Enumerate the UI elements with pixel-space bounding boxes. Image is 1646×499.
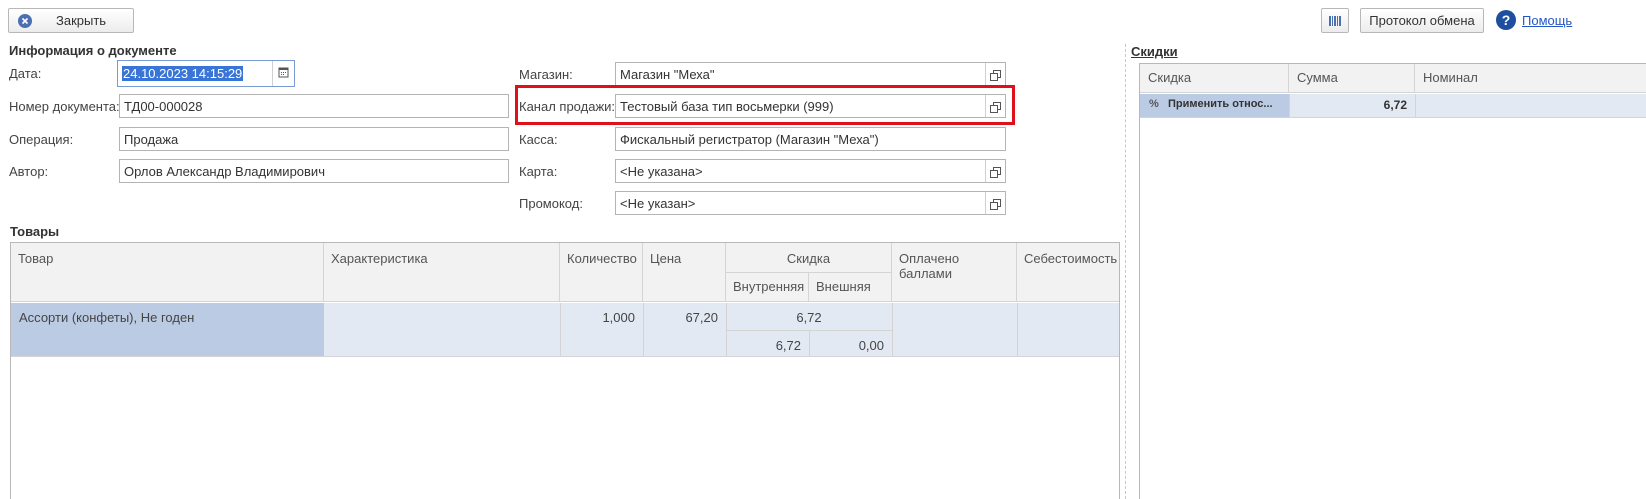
discount-row[interactable]: % Применить относ... 6,72 <box>1140 94 1646 118</box>
close-icon <box>18 13 32 28</box>
author-field[interactable]: Орлов Александр Владимирович <box>119 159 509 183</box>
author-label: Автор: <box>9 164 49 179</box>
header-characteristic[interactable]: Характеристика <box>324 243 560 302</box>
close-button-label: Закрыть <box>56 13 107 28</box>
operation-field[interactable]: Продажа <box>119 127 509 151</box>
header-internal[interactable]: Внутренняя <box>726 273 809 302</box>
store-value: Магазин "Меха" <box>620 67 715 82</box>
number-label: Номер документа: <box>9 99 120 114</box>
promo-field[interactable]: <Не указан> <box>615 191 1006 215</box>
barcode-button[interactable] <box>1321 8 1349 33</box>
header-item[interactable]: Товар <box>11 243 324 302</box>
header-discount[interactable]: Скидка <box>726 243 892 273</box>
date-value: 24.10.2023 14:15:29 <box>122 66 244 81</box>
doc-info-title: Информация о документе <box>9 43 177 58</box>
author-value: Орлов Александр Владимирович <box>124 164 325 179</box>
discount-row-name: Применить относ... <box>1168 98 1273 110</box>
goods-table[interactable]: Товар Характеристика Количество Цена Ски… <box>10 242 1120 499</box>
row-divider <box>560 303 561 357</box>
cashbox-value: Фискальный регистратор (Магазин "Меха") <box>620 132 879 147</box>
promo-value: <Не указан> <box>620 196 696 211</box>
percent-icon: % <box>1149 98 1159 110</box>
header-quantity[interactable]: Количество <box>560 243 643 302</box>
store-open-button[interactable] <box>985 63 1005 85</box>
row-divider <box>726 330 892 331</box>
card-value: <Не указана> <box>620 164 703 179</box>
row-divider <box>809 331 810 357</box>
protocol-button-label: Протокол обмена <box>1369 13 1475 28</box>
calendar-icon <box>278 67 289 78</box>
discounts-table[interactable]: Скидка Сумма Номинал % Применить относ..… <box>1139 63 1646 499</box>
promo-open-button[interactable] <box>985 192 1005 214</box>
channel-value: Тестовый база тип восьмерки (999) <box>620 99 834 114</box>
discount-row-sum: 6,72 <box>1383 98 1407 112</box>
date-field[interactable]: 24.10.2023 14:15:29 <box>117 60 295 87</box>
card-label: Карта: <box>519 164 558 179</box>
table-row[interactable]: Ассорти (конфеты), Не годен 1,000 67,20 … <box>11 303 1119 357</box>
card-field[interactable]: <Не указана> <box>615 159 1006 183</box>
channel-label: Канал продажи: <box>519 99 616 114</box>
row-internal: 6,72 <box>775 338 801 353</box>
channel-open-button[interactable] <box>985 95 1005 117</box>
channel-field[interactable]: Тестовый база тип восьмерки (999) <box>615 94 1006 118</box>
header-paid-points[interactable]: Оплачено баллами <box>892 243 1017 302</box>
row-divider <box>892 303 893 357</box>
number-value: ТД00-000028 <box>124 99 203 114</box>
store-field[interactable]: Магазин "Меха" <box>615 62 1006 86</box>
calendar-button[interactable] <box>272 61 294 86</box>
header-price[interactable]: Цена <box>643 243 726 302</box>
number-field[interactable]: ТД00-000028 <box>119 94 509 118</box>
promo-label: Промокод: <box>519 196 583 211</box>
discounts-title: Скидки <box>1131 44 1178 59</box>
date-label: Дата: <box>9 66 42 81</box>
row-item: Ассорти (конфеты), Не годен <box>19 310 195 325</box>
row-divider <box>1415 94 1416 118</box>
panel-splitter[interactable] <box>1125 44 1126 499</box>
help-icon: ? <box>1496 10 1516 30</box>
disc-header-sum[interactable]: Сумма <box>1289 64 1415 93</box>
header-cost[interactable]: Себестоимость <box>1017 243 1119 302</box>
header-external[interactable]: Внешняя <box>809 273 892 302</box>
close-button[interactable]: Закрыть <box>8 8 134 33</box>
help-link[interactable]: ? Помощь <box>1496 10 1572 30</box>
protocol-button[interactable]: Протокол обмена <box>1360 8 1484 33</box>
row-divider <box>1017 303 1018 357</box>
disc-header-nominal[interactable]: Номинал <box>1415 64 1646 93</box>
operation-value: Продажа <box>124 132 179 147</box>
row-external: 0,00 <box>858 338 884 353</box>
row-discount: 6,72 <box>796 310 822 325</box>
operation-label: Операция: <box>9 132 74 147</box>
goods-title: Товары <box>10 224 60 239</box>
row-divider <box>1289 94 1290 118</box>
barcode-icon <box>1329 15 1341 26</box>
disc-header-discount[interactable]: Скидка <box>1140 64 1289 93</box>
help-link-label: Помощь <box>1522 12 1573 28</box>
cashbox-label: Касса: <box>519 132 558 147</box>
card-open-button[interactable] <box>985 160 1005 182</box>
row-quantity: 1,000 <box>602 310 635 325</box>
row-divider <box>643 303 644 357</box>
row-price: 67,20 <box>685 310 718 325</box>
cashbox-field[interactable]: Фискальный регистратор (Магазин "Меха") <box>615 127 1006 151</box>
store-label: Магазин: <box>519 67 573 82</box>
